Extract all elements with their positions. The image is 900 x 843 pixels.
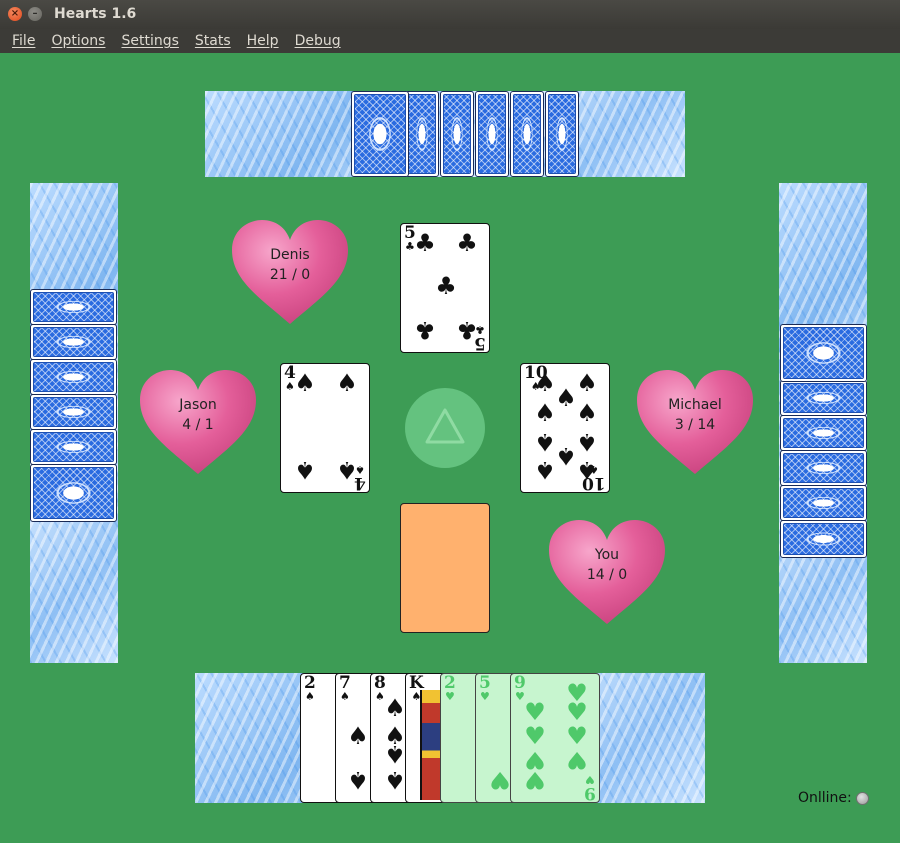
trick-card-west: 4 ♠ ♠ ♠ ♠ ♠ 4 ♠ — [280, 363, 370, 493]
trick-slot-south-empty — [400, 503, 490, 633]
pip: ♠ — [534, 456, 556, 484]
north-card-back — [440, 91, 474, 177]
north-card-back — [510, 91, 544, 177]
player-badge-jason: Jason 4 / 1 — [138, 368, 258, 478]
player-badge-denis: Denis 21 / 0 — [230, 218, 350, 328]
player-badge-you: You 14 / 0 — [547, 518, 667, 628]
online-status-label: Onlline: — [798, 790, 852, 806]
pip: ♠ — [534, 399, 556, 427]
card-corner: 2 ♠ — [304, 673, 316, 703]
menu-bar: File Options Settings Stats Help Debug — [0, 29, 900, 53]
player-name: You — [594, 547, 620, 563]
pip: ♥ — [489, 766, 511, 794]
menu-help[interactable]: Help — [239, 33, 287, 49]
close-window-button[interactable]: × — [8, 7, 22, 21]
menu-stats[interactable]: Stats — [187, 33, 239, 49]
east-card-back — [780, 415, 867, 451]
player-name: Michael — [668, 397, 722, 413]
east-card-back — [780, 450, 867, 486]
player-score: 3 / 14 — [674, 417, 716, 433]
pip: ♣ — [414, 229, 436, 257]
pip: ♠ — [576, 428, 598, 456]
trick-card-north: 5 ♣ ♣ ♣ ♣ ♣ ♣ 5 ♣ — [400, 223, 490, 353]
pip: ♣ — [435, 272, 457, 300]
north-card-back — [351, 91, 409, 177]
player-badge-michael: Michael 3 / 14 — [635, 368, 755, 478]
card-corner: 2 ♥ — [444, 673, 456, 703]
east-card-back — [780, 324, 867, 382]
west-card-back — [30, 324, 117, 360]
pip: ♠ — [384, 740, 406, 768]
pip: ♣ — [456, 229, 478, 257]
minimize-window-button[interactable]: – — [28, 7, 42, 21]
player-score: 14 / 0 — [586, 567, 628, 583]
triangle-icon — [425, 408, 465, 444]
pip: ♠ — [384, 694, 406, 722]
pip: ♣ — [414, 316, 436, 344]
east-card-back — [780, 380, 867, 416]
menu-options[interactable]: Options — [43, 33, 113, 49]
card-corner: 9 ♥ — [584, 773, 596, 803]
pip: ♠ — [555, 384, 577, 412]
card-corner: 4 ♠ — [354, 463, 366, 493]
north-card-back — [405, 91, 439, 177]
pip: ♠ — [336, 369, 358, 397]
player-name: Denis — [270, 247, 310, 263]
pip: ♠ — [294, 369, 316, 397]
trick-card-east: 10 ♠ ♠ ♠ ♠ ♠ ♠ ♠ ♠ ♠ ♠ ♠ 10 ♠ — [520, 363, 610, 493]
card-corner: 10 ♠ — [582, 463, 606, 493]
north-card-back — [475, 91, 509, 177]
pip: ♥ — [566, 722, 588, 750]
menu-settings[interactable]: Settings — [113, 33, 186, 49]
east-card-back — [780, 520, 867, 558]
window-title: Hearts 1.6 — [54, 6, 137, 22]
player-score: 21 / 0 — [269, 267, 311, 283]
online-indicator-icon — [856, 792, 869, 805]
menu-debug[interactable]: Debug — [287, 33, 349, 49]
pip: ♥ — [566, 746, 588, 774]
pip: ♥ — [524, 766, 546, 794]
pip: ♠ — [576, 369, 598, 397]
pip: ♠ — [384, 766, 406, 794]
west-card-back — [30, 394, 117, 430]
north-card-back — [545, 91, 579, 177]
east-card-back — [780, 485, 867, 521]
pip: ♠ — [347, 766, 369, 794]
card-corner: 7 ♠ — [339, 673, 351, 703]
card-corner: 5 ♣ — [474, 323, 486, 353]
pip: ♠ — [294, 456, 316, 484]
card-corner: 5 ♥ — [479, 673, 491, 703]
menu-file[interactable]: File — [4, 33, 43, 49]
player-name: Jason — [179, 397, 217, 413]
pip: ♠ — [576, 399, 598, 427]
pip: ♥ — [524, 722, 546, 750]
west-card-back — [30, 289, 117, 325]
pip: ♠ — [347, 722, 369, 750]
pip: ♥ — [524, 698, 546, 726]
west-card-back — [30, 429, 117, 465]
pip: ♥ — [566, 698, 588, 726]
pip: ♠ — [555, 442, 577, 470]
player-score: 4 / 1 — [182, 417, 214, 433]
hand-card-9-hearts[interactable]: 9 ♥ ♥ ♥ ♥ ♥ ♥ ♥ ♥ ♥ 9 ♥ — [510, 673, 600, 803]
west-card-back — [30, 359, 117, 395]
play-button[interactable] — [405, 388, 485, 468]
title-bar: × – Hearts 1.6 — [0, 0, 900, 29]
pip: ♠ — [534, 369, 556, 397]
west-card-back — [30, 464, 117, 522]
pip: ♠ — [534, 428, 556, 456]
